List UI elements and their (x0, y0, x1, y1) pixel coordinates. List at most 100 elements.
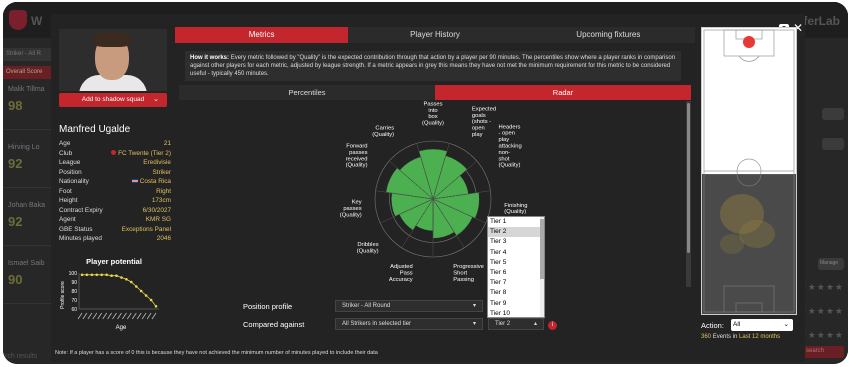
subtab-percentiles[interactable]: Percentiles (179, 85, 435, 100)
how-it-works-text: Every metric followed by "Quality" is th… (190, 55, 676, 77)
tier-select[interactable]: Tier 2 ▴ (488, 318, 544, 330)
potential-xtick (126, 312, 132, 320)
potential-point (125, 278, 128, 281)
potential-xtick (151, 312, 157, 320)
radar-axis-label-line: Passes (423, 101, 442, 107)
tier-option[interactable]: Tier 3 (488, 237, 544, 247)
radar-axis-label-line: Accuracy (389, 277, 413, 283)
minimum-minutes-note: Note: If a player has a score of 0 this … (55, 350, 378, 356)
radar-axis-label-line: into (428, 108, 437, 114)
background-button (822, 138, 844, 150)
tier-dropdown-list[interactable]: Tier 1 Tier 2 Tier 3 Tier 4 Tier 5 Tier … (487, 216, 545, 318)
info-value-wrap: FC Twente (Tier 2) (111, 149, 171, 159)
info-value-wrap: Costa Rica (131, 177, 171, 187)
tier-option[interactable]: Tier 6 (488, 268, 544, 278)
tier-option-selected[interactable]: Tier 2 (488, 227, 544, 238)
potential-point (80, 273, 84, 277)
potential-xtick (146, 312, 152, 320)
background-player-score: 98 (8, 98, 23, 113)
info-value: Striker (152, 168, 171, 176)
potential-point (144, 294, 148, 297)
main-tabs: Metrics Player History Upcoming fixtures (175, 27, 695, 43)
background-left-list: Striker - All R Overall Score Malik Till… (3, 42, 55, 360)
info-row-minutes: Minutes played 2046 (59, 234, 171, 244)
radar-axis-label-line: Short (453, 271, 467, 277)
info-value: Eredivisie (143, 159, 171, 166)
info-row-league: League Eredivisie (59, 158, 171, 168)
tier-option[interactable]: Tier 8 (488, 288, 544, 298)
how-it-works-label: How it works: (190, 55, 230, 61)
info-key: Agent (59, 216, 76, 223)
background-player-score: 92 (8, 156, 23, 171)
potential-xtick (102, 312, 108, 320)
radar-axis-label-line: (Quality) (346, 163, 368, 169)
tab-player-history[interactable]: Player History (348, 27, 522, 43)
radar-axis-label-line: (Quality) (499, 163, 521, 169)
potential-point (105, 273, 108, 277)
radar-axis-label-line: Finishing (504, 203, 527, 209)
how-it-works-box: How it works: Every metric followed by "… (185, 51, 681, 81)
potential-point (95, 273, 99, 277)
tab-metrics[interactable]: Metrics (175, 27, 349, 43)
potential-point (120, 276, 123, 279)
action-select[interactable]: All ⌄ (731, 319, 793, 331)
pitch-map (701, 27, 797, 315)
potential-point (135, 285, 138, 288)
tier-list-scrollbar[interactable] (540, 217, 544, 317)
radar-axis-label-line: passes (343, 206, 361, 212)
background-player-name: Johan Baka (8, 202, 45, 209)
potential-xtick (136, 312, 142, 320)
compared-against-select[interactable]: All Strikers in selected tier ▾ (335, 318, 483, 330)
position-profile-select[interactable]: Striker - All Round ▾ (335, 300, 483, 312)
background-score-tab: Overall Score (3, 66, 53, 79)
app-window: W nsferLab Striker - All R Overall Score… (3, 2, 848, 364)
potential-point (154, 305, 158, 308)
info-value: 2046 (156, 235, 171, 242)
tier-option[interactable]: Tier 10 (488, 309, 544, 319)
tier-option[interactable]: Tier 9 (488, 299, 544, 309)
tier-option[interactable]: Tier 7 (488, 278, 544, 288)
radar-axis-label-line: - open (499, 131, 515, 137)
background-button (822, 108, 844, 120)
player-card: Add to shadow squad ⌄ Manfred Ugalde Age… (55, 27, 171, 339)
tab-upcoming-fixtures[interactable]: Upcoming fixtures (521, 27, 695, 43)
radar-axis-label-line: (shots - (472, 119, 491, 125)
radar-axis-label-line: Pass (400, 271, 413, 277)
player-photo (59, 29, 167, 91)
add-to-shadow-squad-button[interactable]: Add to shadow squad ⌄ (59, 93, 167, 107)
radar-axis-label-line: goals (472, 113, 486, 119)
radar-axis-label-line: open (472, 126, 485, 132)
position-profile-value: Striker - All Round (342, 303, 391, 309)
background-rating-stars: ★★★★★ (798, 306, 844, 316)
potential-ytick: 70 (71, 298, 77, 304)
radar-axis-label-line: Carries (375, 126, 394, 132)
tier-option[interactable]: Tier 1 (488, 217, 544, 227)
info-key: Age (59, 140, 71, 147)
info-value[interactable]: FC Twente (Tier 2) (118, 150, 171, 157)
radar-scrollbar[interactable] (686, 101, 691, 287)
radar-axis-label-line: shot (499, 156, 510, 162)
background-search-button: search (804, 346, 844, 358)
radar-axis-label-line: (Quality) (357, 249, 379, 255)
radar-axis-label: Forward passes received (Quality) (346, 144, 368, 169)
potential-xtick (112, 312, 117, 320)
potential-xtick (141, 312, 147, 320)
radar-axis-label-line: attacking (499, 144, 522, 150)
radar-axis-label: Key passes (Quality) (340, 200, 362, 219)
radar-axis-label: Finishing (Quality) (504, 203, 527, 215)
background-position-select: Striker - All R (3, 48, 53, 61)
tier-option[interactable]: Tier 4 (488, 248, 544, 258)
brand-text: W (31, 14, 43, 28)
background-player-name: Hirving Lo (8, 144, 40, 151)
potential-xtick (82, 312, 88, 320)
radar-axis-label: Dribbles (Quality) (357, 242, 379, 254)
club-logo (9, 10, 27, 30)
info-row-nationality: Nationality Costa Rica (59, 177, 171, 187)
tier-select-value: Tier 2 (495, 321, 511, 327)
background-footer-text: rch results (5, 353, 38, 360)
info-icon[interactable]: i (548, 321, 557, 330)
tier-option[interactable]: Tier 5 (488, 258, 544, 268)
subtab-radar[interactable]: Radar (435, 85, 691, 100)
radar-axis-label-line: (Quality) (504, 209, 526, 215)
radar-axis-label: Adjusted Pass Accuracy (389, 264, 413, 283)
